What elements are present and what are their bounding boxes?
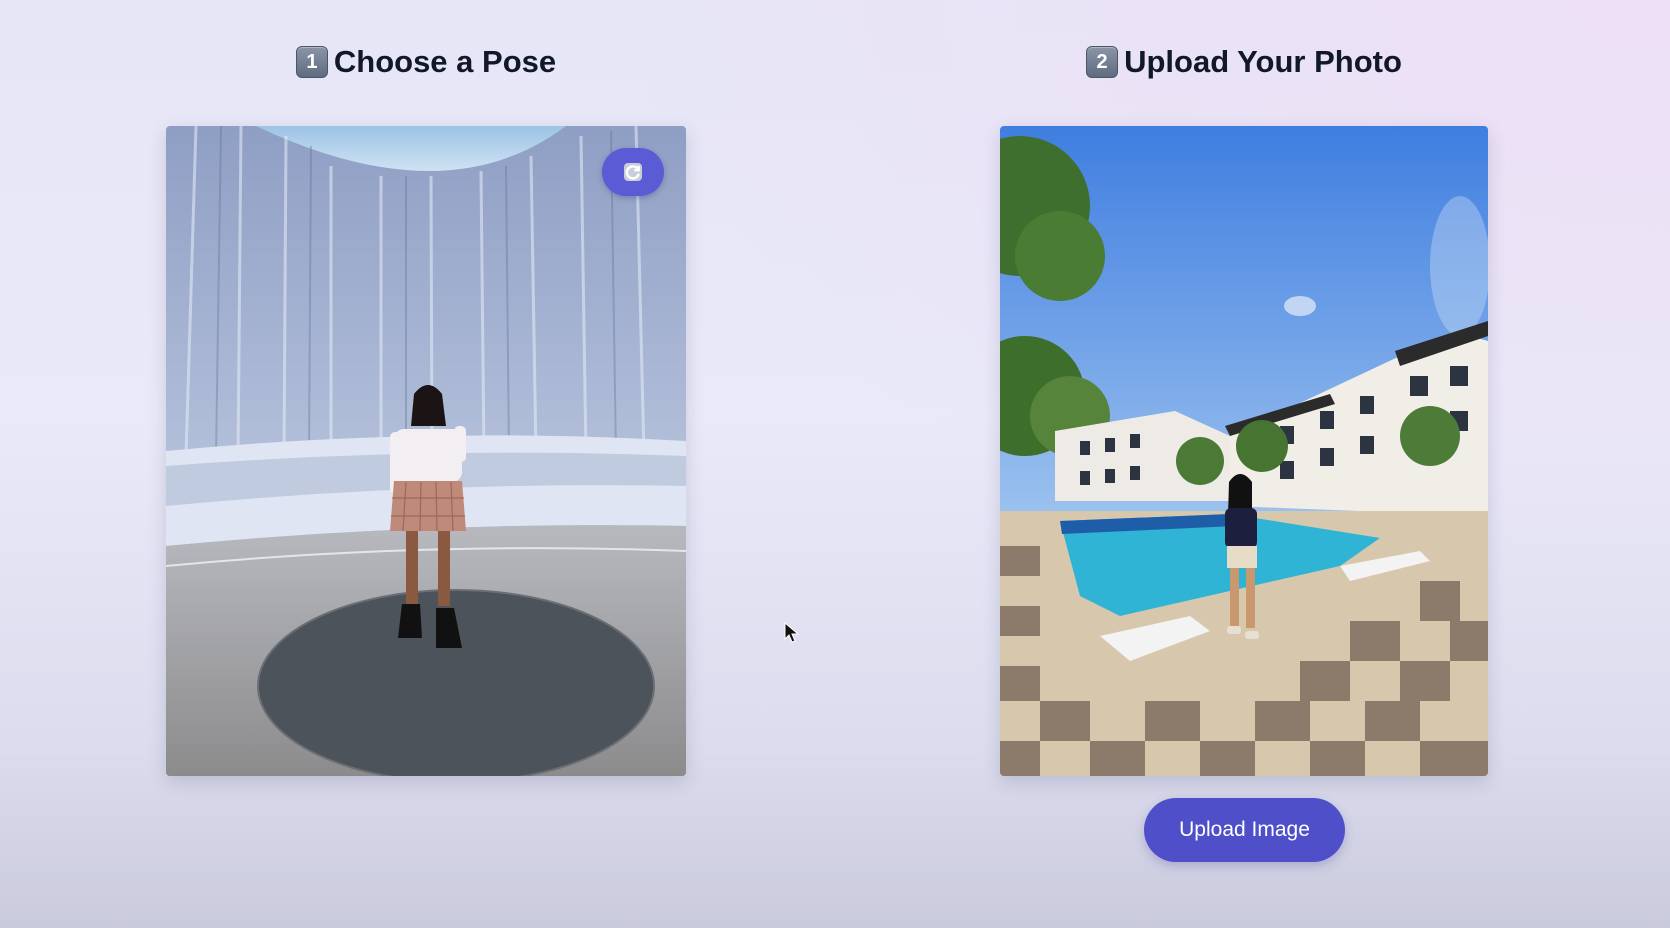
upload-heading: 2 Upload Your Photo xyxy=(1000,42,1488,82)
pose-image[interactable] xyxy=(166,126,686,776)
upload-title: Upload Your Photo xyxy=(1124,44,1402,79)
step-one-badge: 1 xyxy=(295,46,328,78)
upload-image-button[interactable]: Upload Image xyxy=(1144,798,1345,862)
waterwall-photo xyxy=(166,126,686,776)
step-two-badge: 2 xyxy=(1086,46,1119,78)
refresh-pose-button[interactable] xyxy=(602,148,664,196)
pose-heading: 1 Choose a Pose xyxy=(166,42,686,82)
pose-title: Choose a Pose xyxy=(333,44,557,79)
uploaded-image xyxy=(1000,126,1488,776)
mouse-cursor-icon xyxy=(784,622,800,643)
pool-photo xyxy=(1000,126,1488,776)
refresh-icon xyxy=(624,163,642,181)
